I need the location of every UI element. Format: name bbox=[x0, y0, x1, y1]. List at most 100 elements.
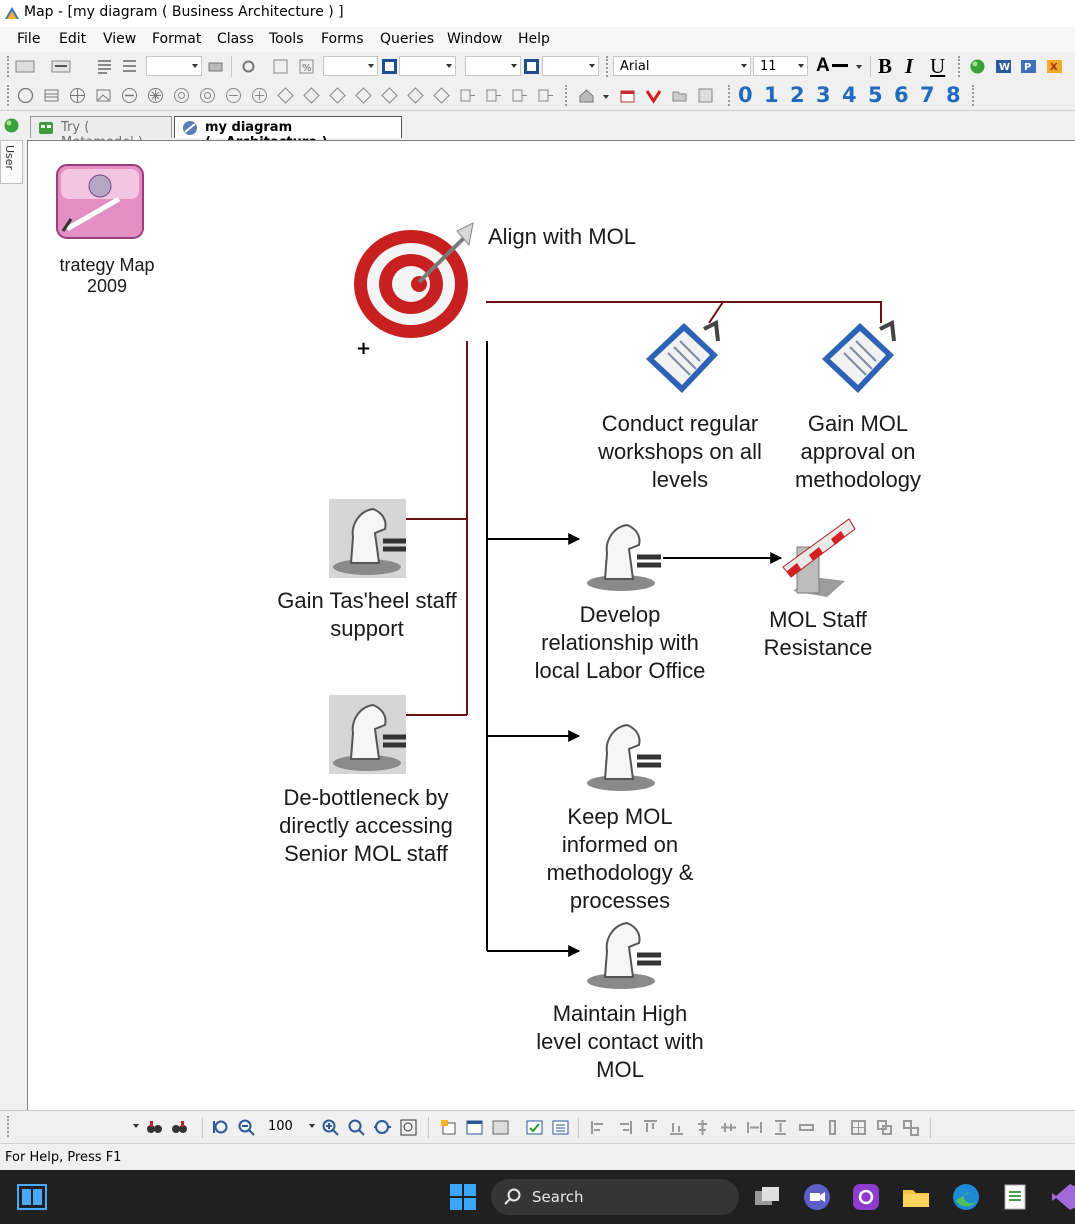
desktop-icon[interactable] bbox=[17, 1182, 47, 1212]
align-top-icon[interactable] bbox=[642, 1119, 659, 1136]
print-icon[interactable] bbox=[207, 58, 224, 75]
italic-button[interactable]: I bbox=[905, 54, 913, 79]
strategy-map-icon[interactable] bbox=[56, 164, 144, 239]
diamond-tool-1-icon[interactable] bbox=[277, 87, 294, 104]
toolbar-grip[interactable] bbox=[7, 56, 12, 77]
find-icon[interactable] bbox=[146, 1119, 163, 1136]
fit-icon[interactable] bbox=[523, 58, 540, 75]
menu-view[interactable]: View bbox=[103, 31, 136, 47]
toolbar-grip[interactable] bbox=[565, 85, 570, 106]
picture-icon[interactable] bbox=[697, 87, 714, 104]
notes-icon[interactable] bbox=[440, 1119, 457, 1136]
line-style-icon[interactable] bbox=[51, 58, 75, 75]
size-combo[interactable] bbox=[323, 56, 378, 76]
grid-icon[interactable] bbox=[272, 58, 289, 75]
tab-my-diagram[interactable]: my diagram (...Architecture ) bbox=[174, 116, 402, 150]
menu-class[interactable]: Class bbox=[217, 31, 254, 47]
start-icon[interactable] bbox=[448, 1182, 478, 1212]
menu-forms[interactable]: Forms bbox=[321, 31, 364, 47]
settings-icon[interactable] bbox=[240, 58, 257, 75]
connector-tool-2-icon[interactable] bbox=[485, 87, 502, 104]
notepad-icon[interactable] bbox=[1000, 1182, 1030, 1212]
diagram-canvas[interactable]: + trategy Map 2009 Align with MOL Conduc… bbox=[27, 140, 1075, 1110]
level-2-button[interactable]: 2 bbox=[790, 83, 805, 107]
menu-edit[interactable]: Edit bbox=[59, 31, 86, 47]
underline-button[interactable]: U bbox=[930, 54, 945, 79]
class-tool-1-icon[interactable] bbox=[173, 87, 190, 104]
align-middle-icon[interactable] bbox=[720, 1119, 737, 1136]
layout-icon[interactable] bbox=[492, 1119, 509, 1136]
toolbar-grip[interactable] bbox=[958, 56, 963, 77]
task-view-icon[interactable] bbox=[752, 1182, 782, 1212]
font-color-button[interactable]: A bbox=[816, 55, 830, 77]
zoom-combo[interactable]: 100 bbox=[262, 1117, 318, 1137]
globe-icon[interactable] bbox=[969, 58, 986, 75]
find-next-icon[interactable] bbox=[171, 1119, 188, 1136]
toolbar-grip[interactable] bbox=[606, 56, 611, 77]
align-left-icon[interactable] bbox=[590, 1119, 607, 1136]
connector-tool-3-icon[interactable] bbox=[511, 87, 528, 104]
globe-icon[interactable] bbox=[3, 117, 20, 134]
toolbar-grip[interactable] bbox=[972, 85, 977, 106]
diamond-tool-7-icon[interactable] bbox=[433, 87, 450, 104]
folder-icon[interactable] bbox=[671, 87, 688, 104]
bring-front-icon[interactable] bbox=[381, 58, 398, 75]
level-8-button[interactable]: 8 bbox=[946, 83, 961, 107]
level-4-button[interactable]: 4 bbox=[842, 83, 857, 107]
home-icon[interactable] bbox=[578, 87, 595, 104]
knight-icon-gain-staff[interactable] bbox=[329, 499, 406, 578]
menu-file[interactable]: File bbox=[17, 31, 40, 47]
align-bottom-icon[interactable] bbox=[668, 1119, 685, 1136]
connector-tool-4-icon[interactable] bbox=[537, 87, 554, 104]
diamond-tool-3-icon[interactable] bbox=[329, 87, 346, 104]
barrier-icon[interactable] bbox=[782, 518, 856, 597]
target-icon[interactable] bbox=[354, 222, 474, 338]
menu-window[interactable]: Window bbox=[447, 31, 502, 47]
zoom-in-icon[interactable] bbox=[322, 1119, 339, 1136]
publisher-icon[interactable]: P bbox=[1020, 58, 1037, 75]
knight-icon-debottleneck[interactable] bbox=[329, 695, 406, 774]
check-window-icon[interactable] bbox=[526, 1119, 543, 1136]
ungroup-icon[interactable] bbox=[902, 1119, 919, 1136]
level-5-button[interactable]: 5 bbox=[868, 83, 883, 107]
same-height-icon[interactable] bbox=[824, 1119, 841, 1136]
same-size-icon[interactable] bbox=[850, 1119, 867, 1136]
spell-icon[interactable] bbox=[15, 58, 39, 75]
align-right-icon[interactable] bbox=[616, 1119, 633, 1136]
style-combo[interactable] bbox=[146, 56, 202, 76]
calendar-icon[interactable] bbox=[619, 87, 636, 104]
zoom-fit-icon[interactable] bbox=[348, 1119, 365, 1136]
knight-icon-keep-informed[interactable] bbox=[587, 723, 661, 791]
user-panel-tab[interactable]: User bbox=[0, 140, 23, 184]
zoom-combo-top[interactable] bbox=[465, 56, 521, 76]
minus-tool-icon[interactable] bbox=[121, 87, 138, 104]
knight-icon-develop[interactable] bbox=[587, 523, 661, 591]
same-width-icon[interactable] bbox=[798, 1119, 815, 1136]
space-vertical-icon[interactable] bbox=[772, 1119, 789, 1136]
table-tool-icon[interactable] bbox=[43, 87, 60, 104]
find-combo[interactable] bbox=[14, 1117, 142, 1137]
percent-icon[interactable]: % bbox=[298, 58, 315, 75]
knight-icon-maintain[interactable] bbox=[587, 921, 661, 989]
level-1-button[interactable]: 1 bbox=[764, 83, 779, 107]
menu-help[interactable]: Help bbox=[518, 31, 550, 47]
text-align-icon[interactable] bbox=[96, 58, 113, 75]
list-icon[interactable] bbox=[552, 1119, 569, 1136]
ellipse-tool-icon[interactable] bbox=[17, 87, 34, 104]
level-6-button[interactable]: 6 bbox=[894, 83, 909, 107]
tab-metamodel[interactable]: Try ( Metamodel ) bbox=[30, 116, 172, 150]
meet-icon[interactable] bbox=[802, 1182, 832, 1212]
class-tool-3-icon[interactable] bbox=[225, 87, 242, 104]
excel-icon[interactable]: X bbox=[1046, 58, 1063, 75]
toolbar-grip[interactable] bbox=[728, 85, 733, 106]
class-tool-4-icon[interactable] bbox=[251, 87, 268, 104]
space-horizontal-icon[interactable] bbox=[746, 1119, 763, 1136]
word-icon[interactable]: W bbox=[995, 58, 1012, 75]
edge-icon[interactable] bbox=[951, 1182, 981, 1212]
level-0-button[interactable]: 0 bbox=[738, 83, 753, 107]
plus-handle-icon[interactable]: + bbox=[356, 338, 371, 359]
font-color-dropdown-icon[interactable] bbox=[856, 65, 862, 69]
diamond-tool-2-icon[interactable] bbox=[303, 87, 320, 104]
zoom-page-icon[interactable] bbox=[374, 1119, 391, 1136]
menu-format[interactable]: Format bbox=[152, 31, 201, 47]
